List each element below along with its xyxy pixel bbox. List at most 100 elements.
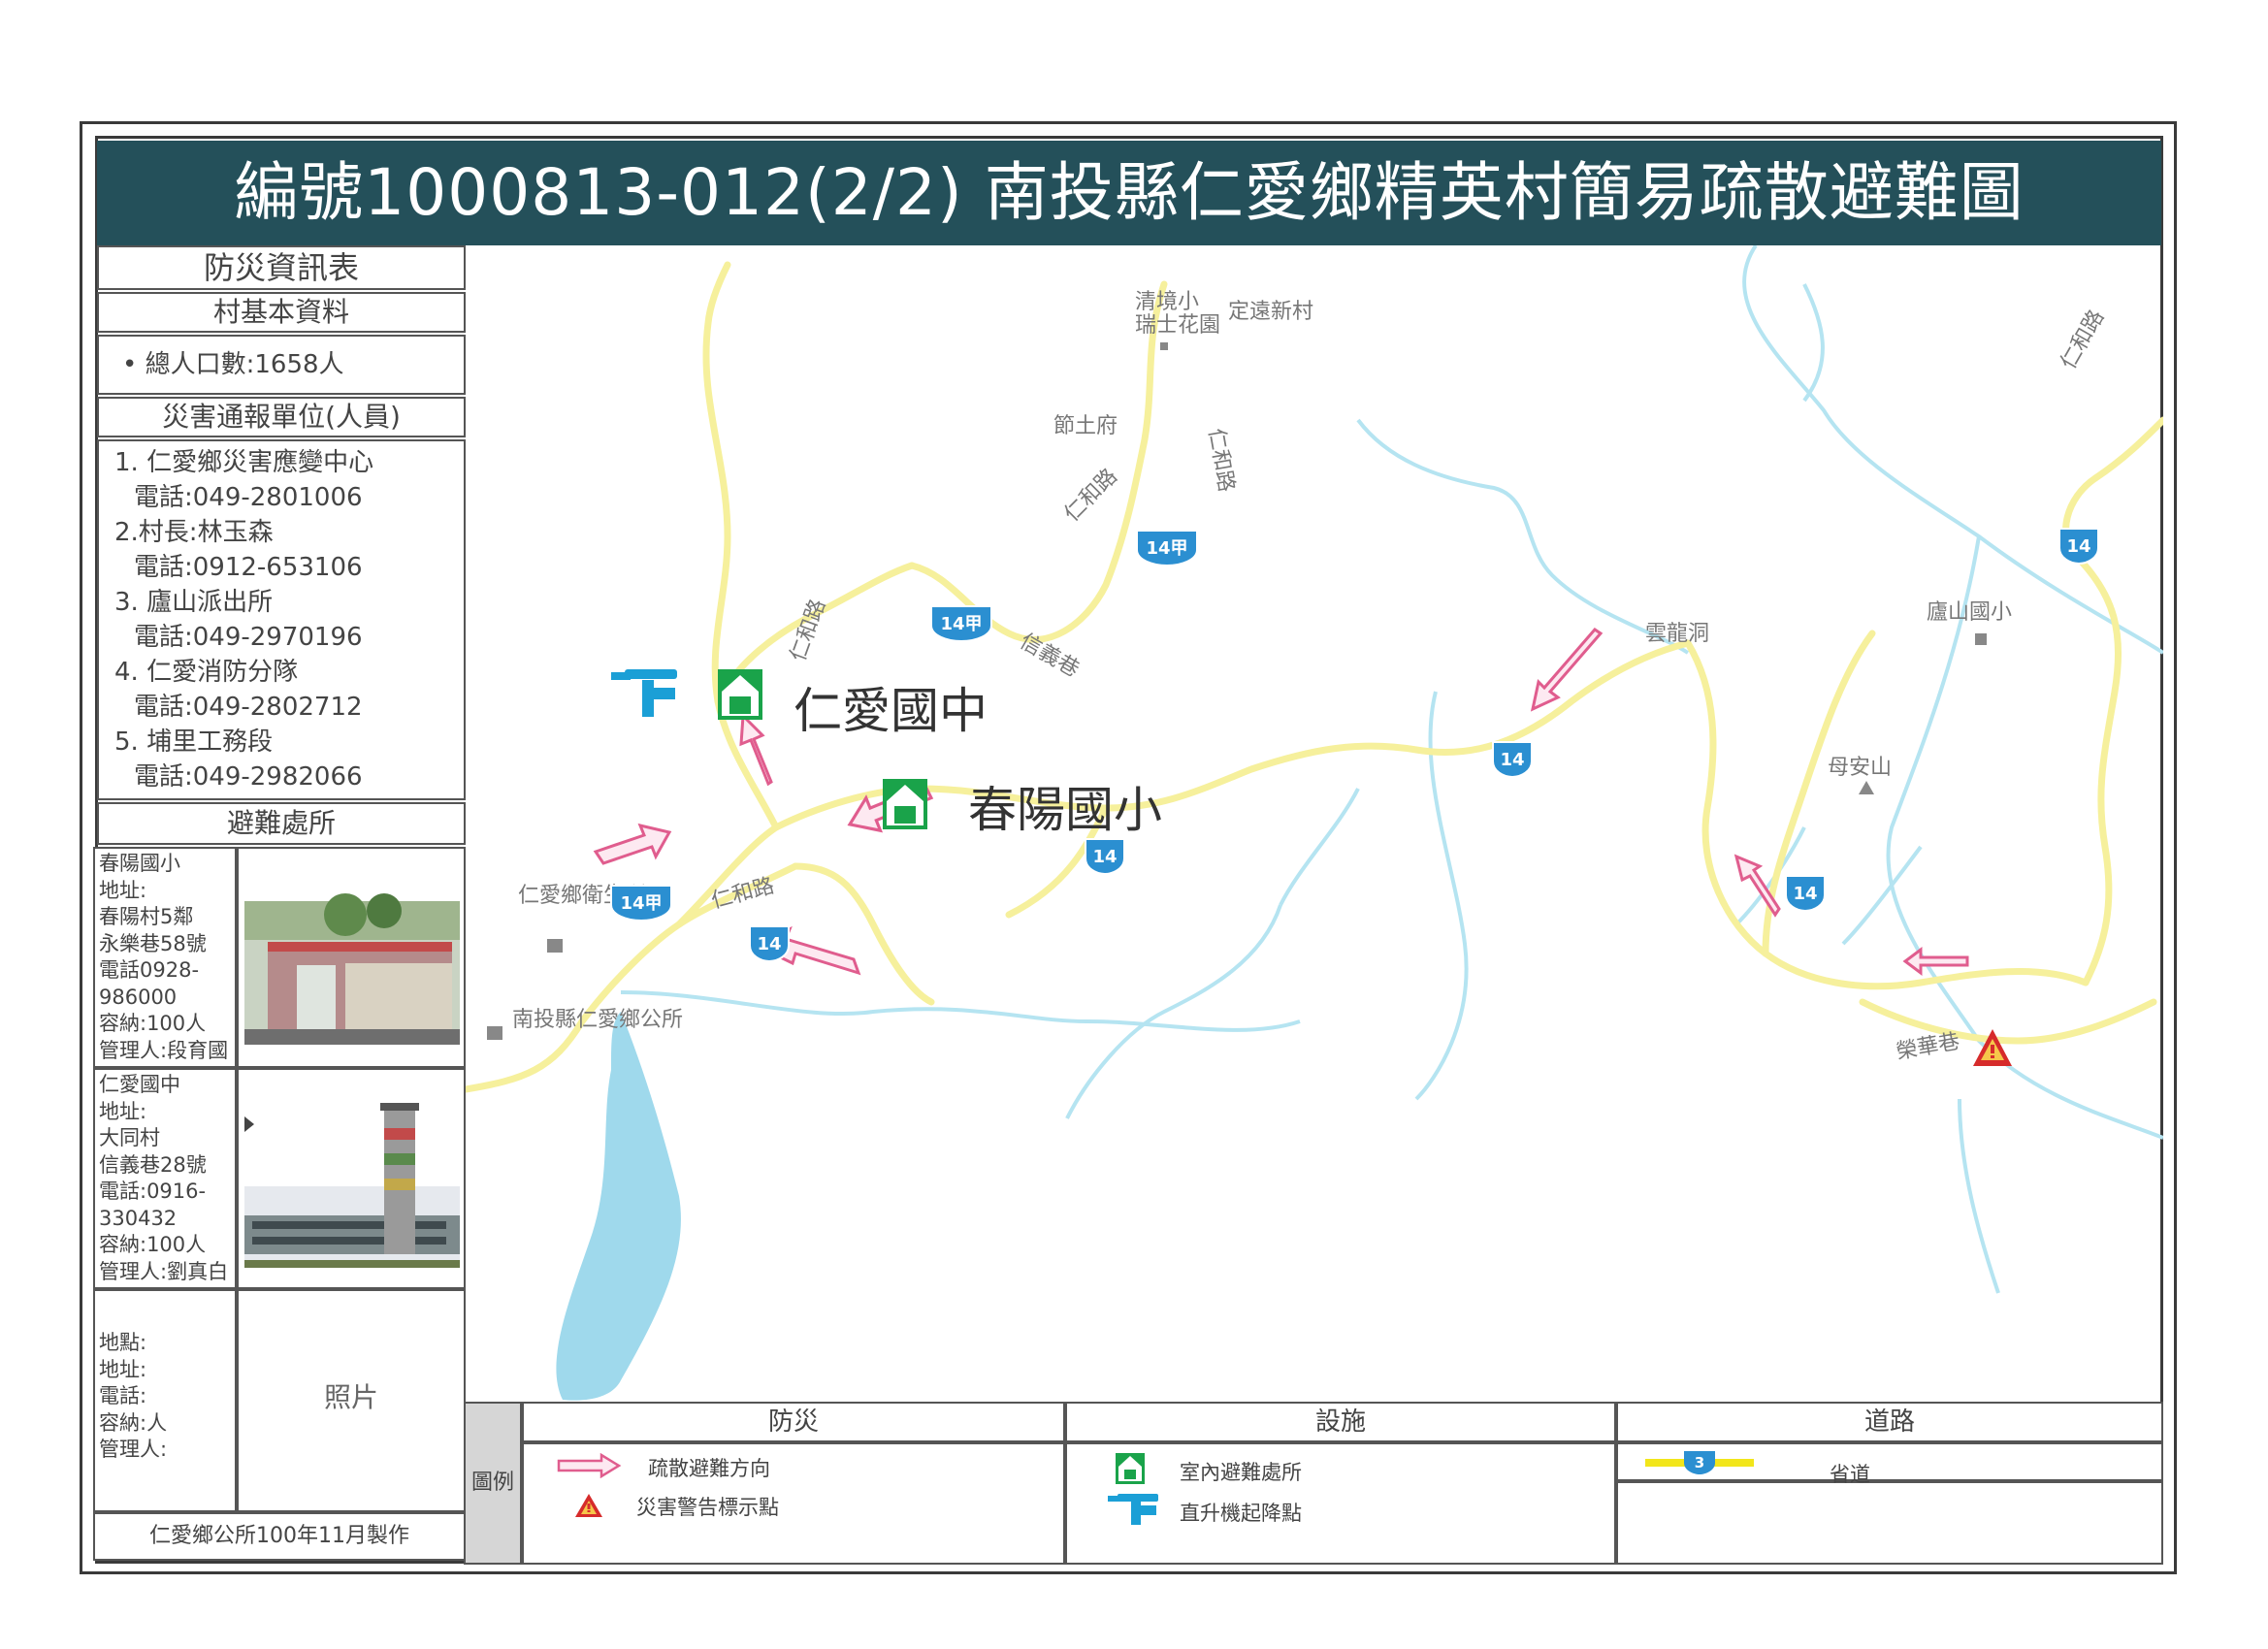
legend-facility-header: 設施 — [1065, 1402, 1616, 1442]
route-shield: 14 — [1785, 875, 1826, 913]
place-label: 節土府 — [1053, 414, 1118, 438]
route-shield: 14甲 — [610, 885, 672, 922]
shelters-header: 避難處所 — [97, 802, 466, 845]
shelter-line: 地址: — [99, 1099, 147, 1123]
route-shield-number: 14 — [1793, 884, 1817, 904]
indoor-shelter-icon — [883, 779, 927, 829]
report-unit-phone: 電話:049-2970196 — [134, 623, 363, 652]
route-shield: 14甲 — [1136, 530, 1198, 567]
shelter-line: 永樂巷58號 — [99, 931, 207, 955]
report-unit-name: 3. 廬山派出所 — [114, 588, 274, 617]
evac-arrow — [593, 823, 672, 865]
map-canvas — [466, 245, 2163, 1401]
route-shield-number: 14甲 — [1146, 538, 1187, 559]
legend-evac-direction: 疏散避難方向 — [648, 1457, 770, 1480]
panel-footer: 仁愛鄉公所100年11月製作 — [93, 1512, 466, 1561]
shelter-info-3: 地點: 地址: 電話: 容納:人 管理人: — [93, 1289, 237, 1512]
warning-triangle-icon — [1973, 1029, 2012, 1066]
shelter-photo-2 — [237, 1068, 466, 1289]
legend-road-cell-empty — [1616, 1481, 2163, 1565]
school-photo-image — [244, 1103, 460, 1268]
place-label: 南投縣仁愛鄉公所 — [512, 1008, 684, 1032]
map-area: 清境小 瑞士花園 定遠新村 節土府 仁和路 仁和路 仁和路 信義巷 雲龍洞 廬山… — [466, 245, 2163, 1402]
shelter-line: 大同村 — [99, 1126, 160, 1149]
report-unit-name: 5. 埔里工務段 — [114, 728, 274, 757]
shelter-line: 地點: — [99, 1331, 147, 1354]
route-shield: 14 — [1492, 741, 1533, 779]
evac-arrow-icon — [557, 1453, 622, 1478]
population-text: • 總人口數:1658人 — [97, 335, 466, 395]
report-units-list: 1. 仁愛鄉災害應變中心電話:049-2801006 2.村長:林玉森電話:09… — [97, 439, 466, 800]
map-title: 編號1000813-012(2/2) 南投縣仁愛鄉精英村簡易疏散避難圖 — [97, 141, 2161, 245]
provincial-road-icon: 3 — [1645, 1451, 1754, 1474]
lake — [556, 1012, 681, 1401]
legend-warning-point: 災害警告標示點 — [636, 1496, 779, 1519]
shelter-line: 地址: — [99, 878, 147, 902]
indoor-shelter-icon — [1116, 1453, 1145, 1484]
shelter-label-renai-junior-high: 仁愛國中 — [794, 683, 988, 739]
evac-arrow — [1902, 947, 1969, 976]
route-shield-number: 14 — [1500, 750, 1524, 770]
route-shield: 14 — [1085, 838, 1125, 876]
shelter-info-2: 仁愛國中 地址: 大同村 信義巷28號 電話:0916- 330432 容納:1… — [93, 1068, 237, 1289]
place-label: 廬山國小 — [1927, 600, 2013, 625]
place-label: 瑞士花園 — [1135, 313, 1221, 338]
school-photo-image — [244, 893, 460, 1045]
road-shield-number: 3 — [1695, 1454, 1704, 1471]
route-shield-number: 14甲 — [620, 893, 662, 914]
shelter-line: 信義巷28號 — [99, 1152, 207, 1177]
shelter-line: 電話0928- — [99, 958, 200, 982]
report-unit-phone: 電話:0912-653106 — [134, 553, 363, 582]
warning-triangle-icon — [575, 1494, 602, 1517]
shelter-line: 春陽村5鄰 — [99, 905, 194, 928]
report-units-header: 災害通報單位(人員) — [97, 397, 466, 437]
shelter-line: 986000 — [99, 985, 178, 1009]
report-unit-item: 1. 仁愛鄉災害應變中心電話:049-2801006 — [114, 445, 464, 515]
route-shield: 14甲 — [930, 605, 992, 643]
shelter-line: 容納:100人 — [99, 1233, 207, 1256]
legend-provincial-road: 省道 — [1830, 1463, 1870, 1486]
info-table-heading: 防災資訊表 — [97, 245, 466, 290]
shelter-label-chunyang-elementary: 春陽國小 — [968, 782, 1162, 838]
report-unit-item: 4. 仁愛消防分隊電話:049-2802712 — [114, 655, 464, 725]
legend-label: 圖例 — [464, 1402, 522, 1565]
report-unit-item: 2.村長:林玉森電話:0912-653106 — [114, 515, 464, 585]
shelter-line: 電話: — [99, 1384, 147, 1407]
report-unit-item: 5. 埔里工務段電話:049-2982066 — [114, 725, 464, 794]
report-unit-name: 4. 仁愛消防分隊 — [114, 658, 299, 687]
photo-placeholder: 照片 — [237, 1289, 466, 1512]
shelter-line: 管理人: — [99, 1438, 168, 1461]
helicopter-icon — [611, 669, 677, 717]
helicopter-icon — [1108, 1494, 1158, 1525]
shelter-line: 管理人:劉真白 — [99, 1259, 229, 1283]
indoor-shelter-icon — [718, 669, 762, 720]
report-unit-phone: 電話:049-2801006 — [134, 483, 363, 512]
shelter-line: 春陽國小 — [99, 852, 180, 875]
place-label: 母安山 — [1828, 756, 1893, 780]
route-shield: 14 — [749, 925, 790, 963]
report-unit-name: 1. 仁愛鄉災害應變中心 — [114, 448, 374, 477]
route-shield-number: 14甲 — [940, 614, 982, 634]
legend-disaster-header: 防災 — [522, 1402, 1065, 1442]
report-unit-name: 2.村長:林玉森 — [114, 518, 274, 547]
village-basic-header: 村基本資料 — [97, 292, 466, 333]
shelter-line: 330432 — [99, 1206, 178, 1230]
legend-indoor-shelter: 室內避難處所 — [1180, 1461, 1302, 1484]
shelter-line: 容納:100人 — [99, 1012, 207, 1035]
place-label: 雲龍洞 — [1645, 622, 1710, 646]
legend-helipad: 直升機起降點 — [1180, 1502, 1302, 1525]
legend-road-header: 道路 — [1616, 1402, 2163, 1442]
route-shield: 14 — [2058, 528, 2099, 566]
river-lines — [620, 245, 2163, 1294]
shelter-line: 電話:0916- — [99, 1180, 207, 1203]
shelter-line: 地址: — [99, 1357, 147, 1381]
shelter-info-1: 春陽國小 地址: 春陽村5鄰 永樂巷58號 電話0928- 986000 容納:… — [93, 847, 237, 1068]
shelter-line: 仁愛國中 — [99, 1073, 180, 1096]
report-unit-phone: 電話:049-2802712 — [134, 693, 363, 722]
route-shield-number: 14 — [1092, 847, 1117, 867]
shelter-photo-1 — [237, 847, 466, 1068]
route-shield-number: 14 — [2066, 536, 2090, 557]
shelter-line: 容納:人 — [99, 1410, 168, 1435]
shelter-line: 管理人:段育國 — [99, 1038, 229, 1062]
report-unit-phone: 電話:049-2982066 — [134, 762, 363, 792]
